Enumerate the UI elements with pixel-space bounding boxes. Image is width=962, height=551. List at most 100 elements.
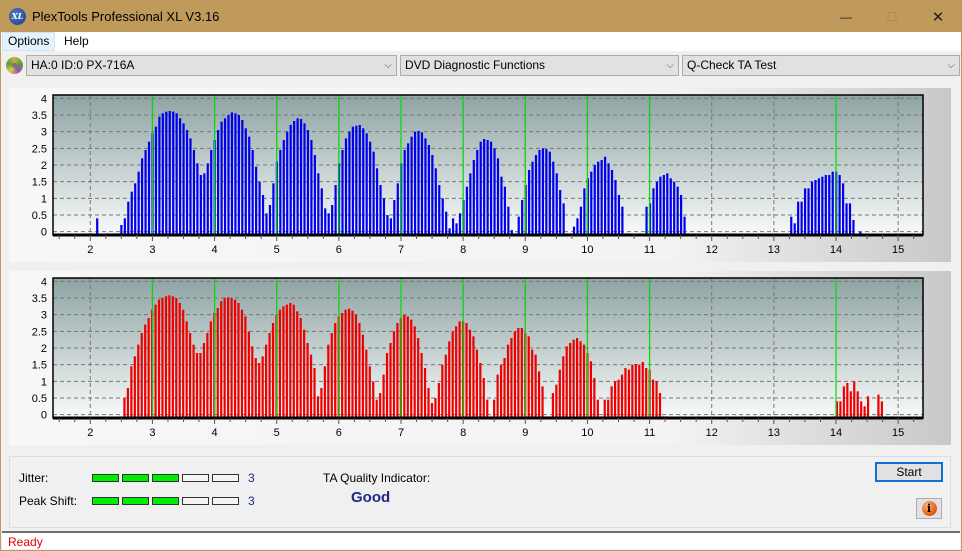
bar [458,321,461,418]
bar [161,298,164,418]
y-tick-label: 1.5 [32,360,47,372]
bar [521,200,524,235]
bar [358,125,361,235]
bar [123,398,126,418]
bar [334,185,337,235]
bar [841,183,845,235]
bar [420,353,423,418]
x-tick-label: 10 [581,244,593,256]
bar [800,201,803,235]
bar [344,309,347,418]
bar [154,126,158,235]
bar [182,309,185,418]
bar [658,393,662,418]
bar [386,215,389,235]
bar [379,393,382,418]
bar [475,349,478,418]
bar [126,388,130,418]
bar [468,329,472,418]
info-button[interactable]: i [916,498,942,519]
bar [437,383,440,418]
info-icon: i [921,501,937,516]
bar [551,393,555,418]
bar [237,115,240,235]
bar [482,378,485,418]
bar [607,399,610,418]
bar [157,299,161,418]
bar [158,116,161,235]
bar [130,366,133,418]
bar [230,298,233,418]
title-bar[interactable]: XL PlexTools Professional XL V3.16 — ☐ ✕ [1,1,961,32]
bar [351,126,354,235]
bar [614,180,617,235]
menu-help[interactable]: Help [59,32,94,51]
bar [175,298,178,418]
bar [562,356,565,418]
bar [645,206,648,235]
bar [372,151,375,235]
bar [285,304,288,418]
bar [613,381,617,418]
bar [455,326,458,418]
bar [258,363,261,418]
x-tick-label: 4 [212,427,218,439]
function-group-select[interactable]: DVD Diagnostic Functions ⌵ [400,55,679,76]
start-button[interactable]: Start [875,462,943,482]
bar [469,173,472,235]
bar [645,368,648,418]
bar [171,296,174,418]
test-select[interactable]: Q-Check TA Test ⌵ [682,55,960,76]
close-button[interactable]: ✕ [915,1,961,32]
x-tick-label: 3 [149,244,155,256]
maximize-button[interactable]: ☐ [869,1,915,32]
x-tick-label: 12 [706,244,718,256]
bar [600,160,603,235]
bar [582,344,586,418]
bar [562,203,565,235]
bar [234,113,237,235]
bar [641,362,644,418]
x-tick-label: 7 [398,427,404,439]
bar [123,218,126,235]
bar [254,358,257,418]
x-tick-label: 11 [644,427,655,439]
bar [382,374,385,418]
bar [517,328,520,418]
bar [365,133,368,235]
minimize-icon: — [840,9,852,24]
bar [610,386,613,418]
bar [559,190,562,235]
bar [669,178,672,235]
x-tick-label: 3 [149,427,155,439]
drive-select[interactable]: HA:0 ID:0 PX-716A ⌵ [26,55,397,76]
bar [420,132,424,235]
app-window: XL PlexTools Professional XL V3.16 — ☐ ✕… [0,0,962,551]
minimize-button[interactable]: — [823,1,869,32]
bar [576,218,579,235]
bar [659,176,662,235]
bar [164,296,168,418]
bar [880,401,883,418]
bar [458,213,462,235]
bar [247,331,250,418]
bar [465,323,468,418]
bar [96,218,99,235]
bar [486,140,489,235]
bar [330,333,333,418]
bar [310,140,313,235]
bar [327,213,330,235]
x-tick-label: 4 [212,244,218,256]
bar [175,113,178,235]
bar [590,171,593,235]
bar [178,303,181,418]
bar [434,168,437,235]
bar [341,313,344,418]
bar [192,150,196,235]
bar [189,333,192,418]
bar [483,139,486,235]
bar [444,354,447,418]
top-ta-chart: 0 0.5 1 1.5 2 2.5 3 3.5 4 2 3 4 5 6 7 8 9 10 11 12 13 14 15 [32,93,924,256]
bar [427,388,430,418]
menu-options[interactable]: Options [2,32,56,51]
